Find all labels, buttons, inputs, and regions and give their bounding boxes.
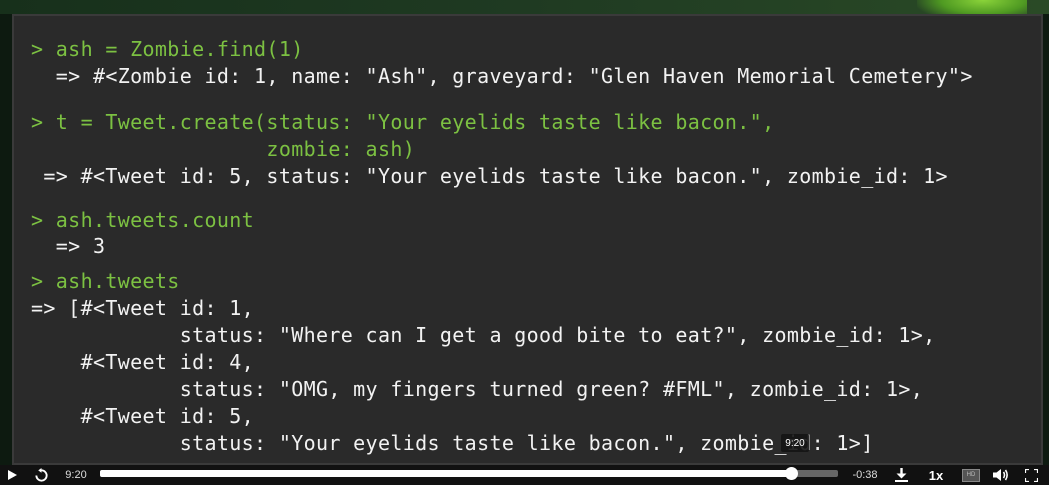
- terminal-line: > ash.tweets.count: [31, 208, 255, 232]
- play-icon: [8, 470, 17, 480]
- terminal-line: => 3: [31, 234, 106, 258]
- play-button[interactable]: [4, 465, 20, 485]
- terminal-line: zombie: ash): [31, 137, 416, 161]
- hd-icon: HD: [962, 468, 980, 482]
- quality-button[interactable]: HD: [961, 465, 981, 485]
- terminal-line: status: "Where can I get a good bite to …: [31, 323, 936, 347]
- download-button[interactable]: [892, 465, 910, 485]
- terminal-line: > ash = Zombie.find(1): [31, 37, 304, 61]
- fullscreen-icon: [1024, 468, 1038, 482]
- terminal-line: #<Tweet id: 5,: [31, 404, 255, 428]
- terminal-line: => [#<Tweet id: 1,: [31, 296, 255, 320]
- playback-speed-button[interactable]: 1x: [925, 465, 947, 485]
- hover-time-tooltip: 9:20: [781, 434, 809, 452]
- terminal-line: => #<Tweet id: 5, status: "Your eyelids …: [31, 164, 948, 188]
- terminal-window: > ash = Zombie.find(1) => #<Zombie id: 1…: [12, 14, 1043, 465]
- volume-icon: [993, 469, 1008, 481]
- replay-button[interactable]: [31, 465, 51, 485]
- download-icon: [894, 468, 908, 482]
- terminal-line: #<Tweet id: 4,: [31, 350, 255, 374]
- terminal-line: status: "OMG, my fingers turned green? #…: [31, 377, 924, 401]
- header-band: [0, 0, 1049, 14]
- replay-icon: [34, 467, 48, 482]
- terminal-line: > t = Tweet.create(status: "Your eyelids…: [31, 110, 775, 134]
- terminal-line: > ash.tweets: [31, 269, 180, 293]
- progress-fill: [100, 470, 791, 477]
- current-time: 9:20: [65, 469, 87, 481]
- progress-bar[interactable]: [100, 467, 838, 480]
- progress-handle[interactable]: [784, 467, 798, 480]
- terminal-line: status: "Your eyelids taste like bacon."…: [31, 431, 874, 455]
- video-controls: 9:20 -0:38 1x HD: [0, 465, 1049, 485]
- remaining-time: -0:38: [852, 469, 878, 481]
- volume-button[interactable]: [991, 465, 1011, 485]
- terminal-line: => #<Zombie id: 1, name: "Ash", graveyar…: [31, 64, 973, 88]
- fullscreen-button[interactable]: [1022, 465, 1040, 485]
